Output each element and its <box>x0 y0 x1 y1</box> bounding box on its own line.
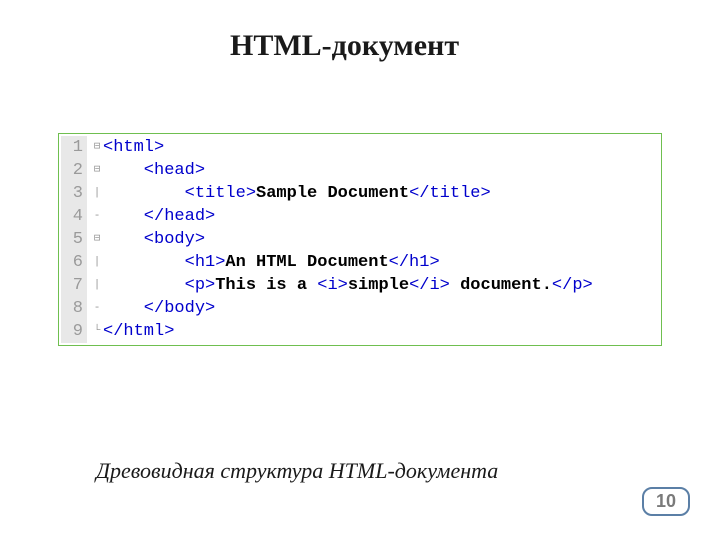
fold-marker-icon: | <box>91 274 103 297</box>
fold-marker-icon: | <box>91 182 103 205</box>
code-source: </html> <box>103 320 174 343</box>
code-line: 3| <title>Sample Document</title> <box>61 182 659 205</box>
fold-marker-icon: └ <box>91 320 103 343</box>
fold-marker-icon: ⊟ <box>91 136 103 159</box>
line-number: 2 <box>61 159 87 182</box>
caption: Древовидная структура HTML-документа <box>96 457 536 485</box>
code-line: 6| <h1>An HTML Document</h1> <box>61 251 659 274</box>
code-line: 9└</html> <box>61 320 659 343</box>
line-number: 3 <box>61 182 87 205</box>
code-line: 4- </head> <box>61 205 659 228</box>
code-source: <body> <box>103 228 205 251</box>
code-line: 7| <p>This is a <i>simple</i> document.<… <box>61 274 659 297</box>
line-number: 9 <box>61 320 87 343</box>
page-number-badge: 10 <box>642 487 690 516</box>
fold-marker-icon: - <box>91 297 103 320</box>
code-line: 5⊟ <body> <box>61 228 659 251</box>
fold-marker-icon: - <box>91 205 103 228</box>
code-source: <html> <box>103 136 164 159</box>
line-number: 7 <box>61 274 87 297</box>
code-source: <h1>An HTML Document</h1> <box>103 251 440 274</box>
line-number: 4 <box>61 205 87 228</box>
line-number: 8 <box>61 297 87 320</box>
code-source: <p>This is a <i>simple</i> document.</p> <box>103 274 593 297</box>
code-block: 1⊟<html>2⊟ <head>3| <title>Sample Docume… <box>58 133 662 346</box>
code-source: </body> <box>103 297 215 320</box>
line-number: 1 <box>61 136 87 159</box>
code-line: 2⊟ <head> <box>61 159 659 182</box>
slide-title: HTML-документ <box>230 28 530 64</box>
code-source: <head> <box>103 159 205 182</box>
fold-marker-icon: ⊟ <box>91 228 103 251</box>
code-line: 8- </body> <box>61 297 659 320</box>
fold-marker-icon: | <box>91 251 103 274</box>
line-number: 6 <box>61 251 87 274</box>
fold-marker-icon: ⊟ <box>91 159 103 182</box>
line-number: 5 <box>61 228 87 251</box>
code-source: </head> <box>103 205 215 228</box>
code-line: 1⊟<html> <box>61 136 659 159</box>
code-source: <title>Sample Document</title> <box>103 182 491 205</box>
